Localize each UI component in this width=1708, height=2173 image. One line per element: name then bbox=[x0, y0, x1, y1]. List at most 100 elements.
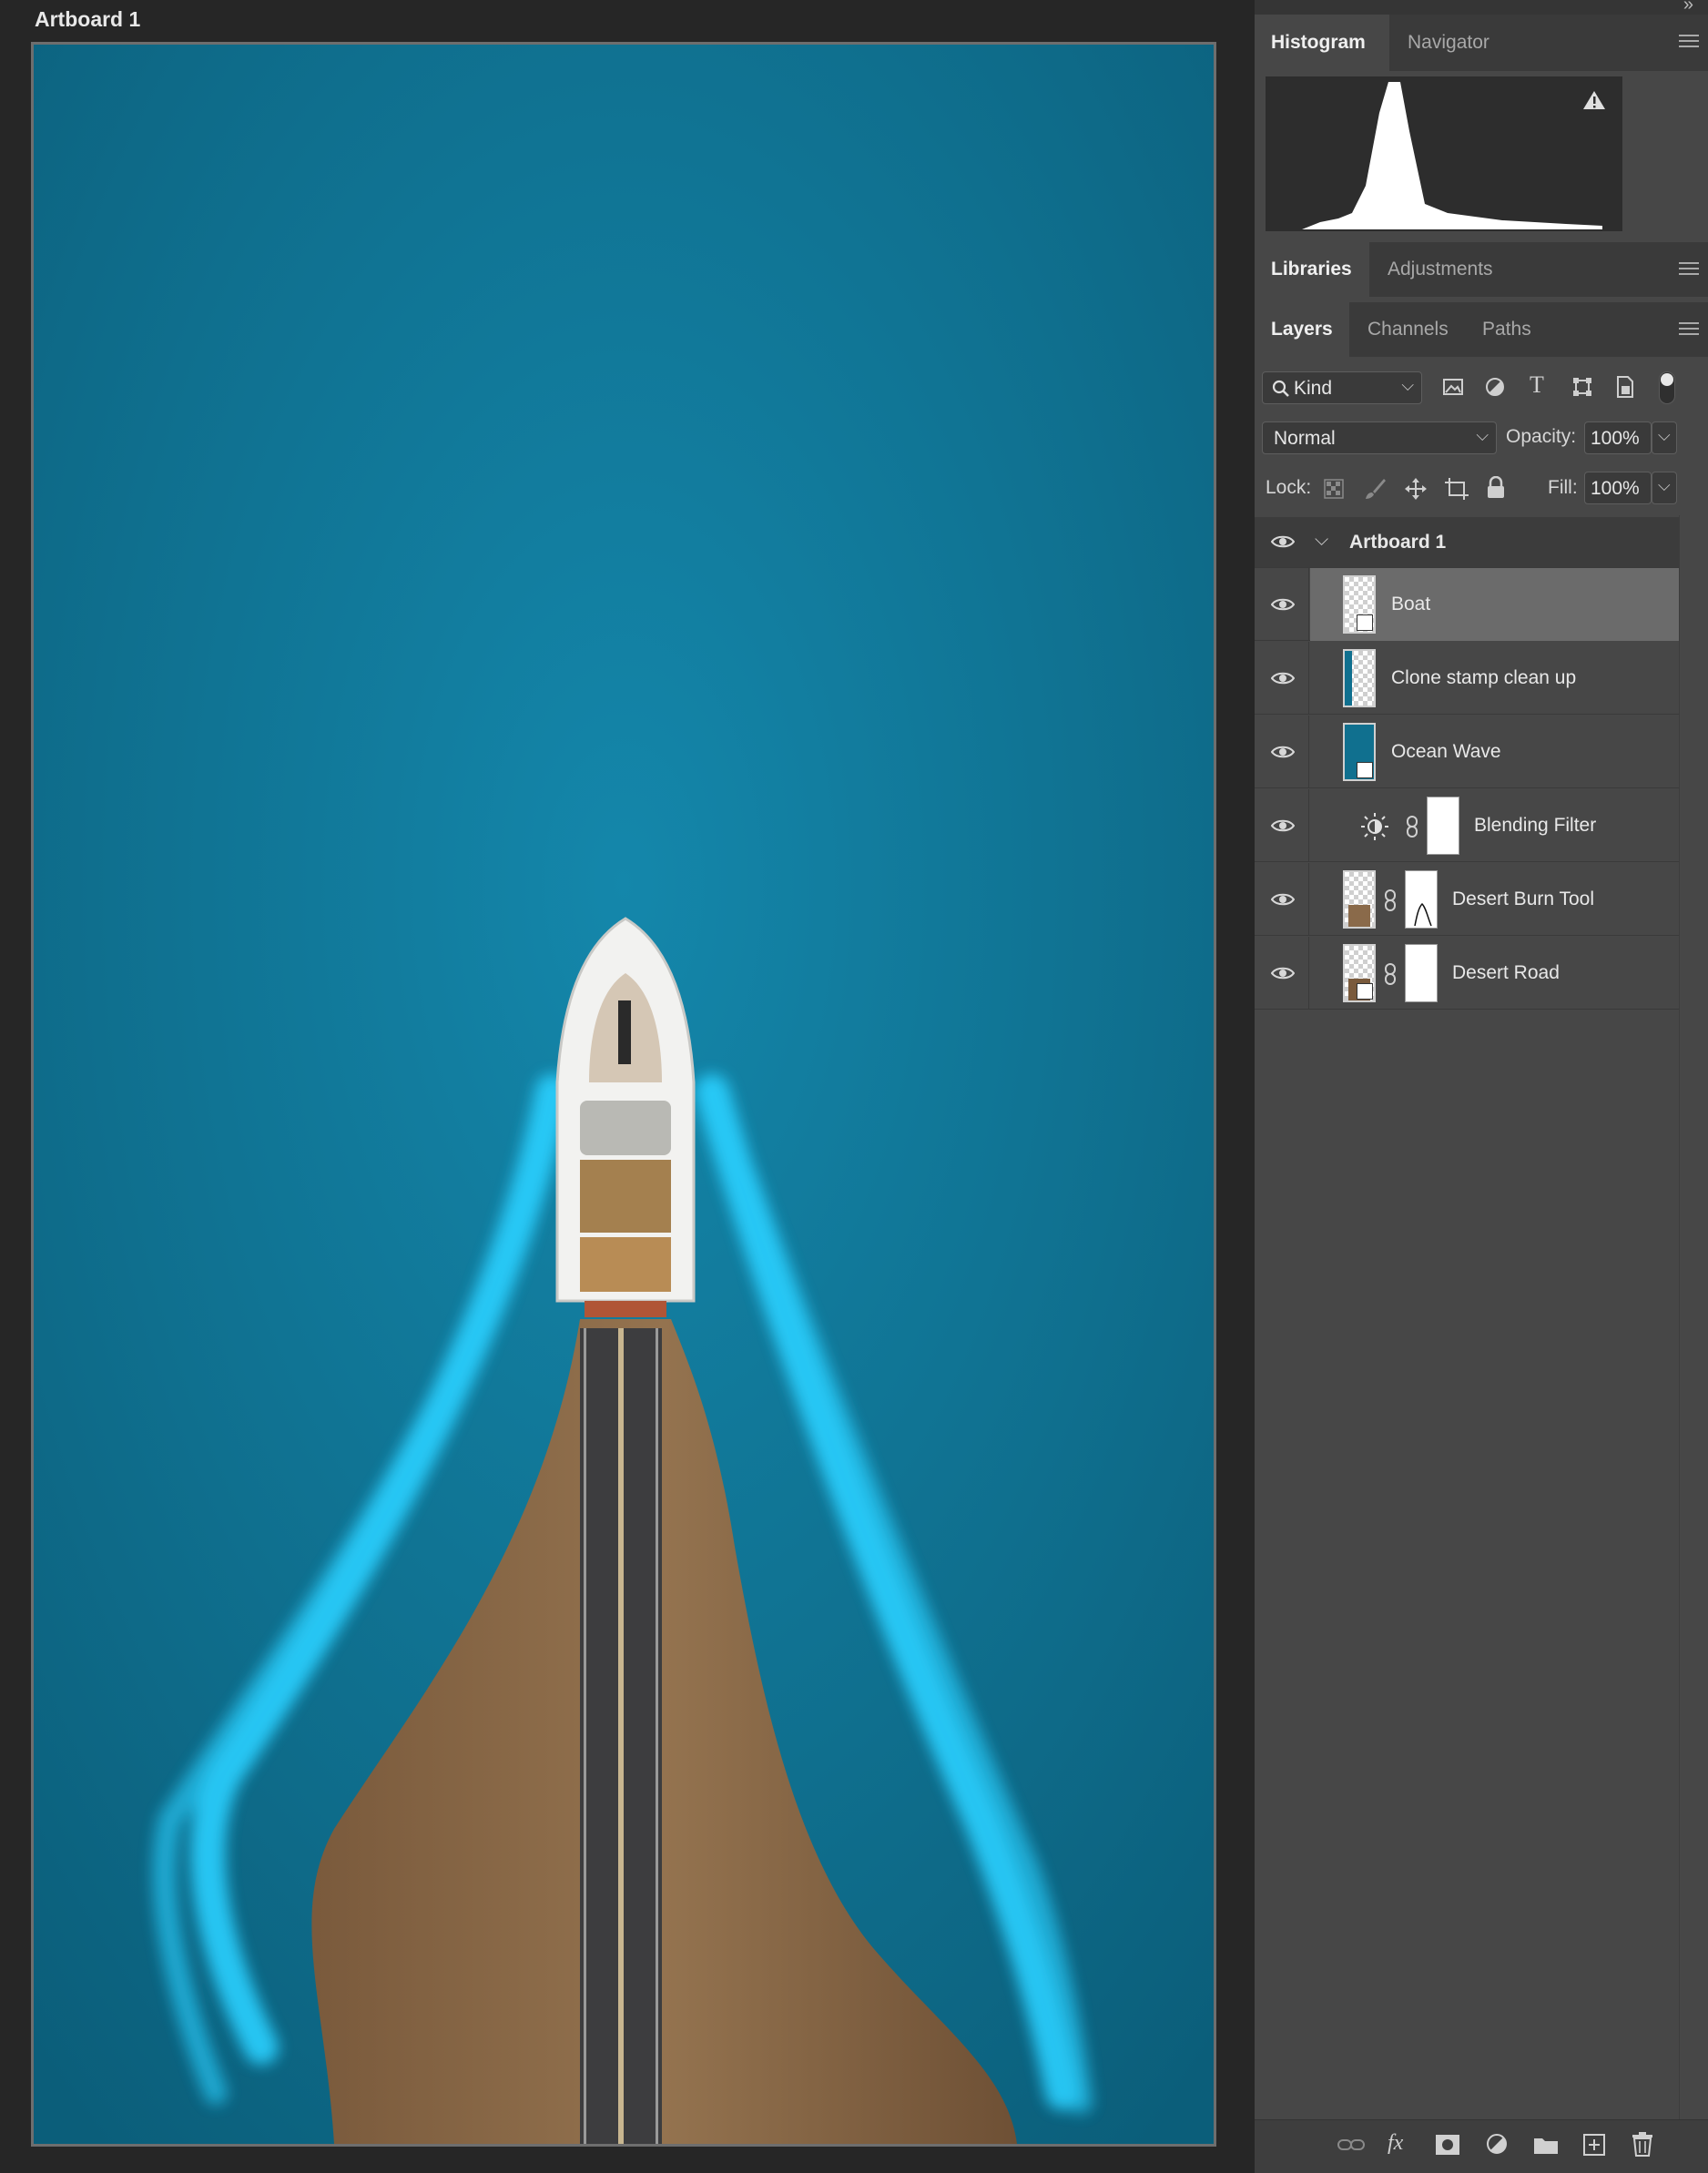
collapse-panels-icon[interactable]: » bbox=[1683, 0, 1693, 15]
blend-mode-select[interactable]: Normal ⌵ bbox=[1262, 421, 1497, 454]
lock-position-icon[interactable] bbox=[1404, 477, 1428, 501]
eye-icon bbox=[1271, 672, 1295, 685]
layer-name: Ocean Wave bbox=[1391, 741, 1501, 762]
layer-group-artboard[interactable]: ⌵ Artboard 1 bbox=[1255, 517, 1679, 568]
layers-bottom-toolbar: fx bbox=[1255, 2119, 1708, 2173]
layer-thumbnail bbox=[1343, 575, 1376, 634]
eye-icon bbox=[1271, 893, 1295, 906]
layer-name: Boat bbox=[1391, 594, 1431, 614]
group-name: Artboard 1 bbox=[1349, 532, 1447, 553]
smart-object-filter-icon[interactable] bbox=[1615, 375, 1635, 399]
fill-value: 100% bbox=[1591, 478, 1640, 499]
layer-thumbnail bbox=[1343, 944, 1376, 1002]
panel-dock-header: » bbox=[1255, 0, 1708, 15]
opacity-label: Opacity: bbox=[1506, 426, 1577, 447]
fill-label: Fill: bbox=[1548, 477, 1578, 498]
new-layer-icon[interactable] bbox=[1582, 2133, 1606, 2157]
tab-navigator[interactable]: Navigator bbox=[1391, 15, 1526, 71]
layer-body[interactable]: Blending Filter bbox=[1310, 789, 1679, 862]
layers-scrollbar[interactable] bbox=[1679, 515, 1708, 2125]
tab-libraries[interactable]: Libraries bbox=[1255, 242, 1369, 297]
add-mask-icon[interactable] bbox=[1435, 2134, 1460, 2156]
layer-body[interactable]: Desert Burn Tool bbox=[1310, 863, 1679, 936]
filter-kind-label: Kind bbox=[1294, 378, 1333, 399]
layer-thumbnail bbox=[1343, 649, 1376, 707]
visibility-toggle[interactable] bbox=[1255, 716, 1309, 788]
blend-mode-value: Normal bbox=[1274, 428, 1336, 449]
smart-object-badge-icon bbox=[1357, 614, 1373, 631]
image-filter-icon[interactable] bbox=[1442, 377, 1464, 397]
layer-mask-thumbnail[interactable] bbox=[1427, 797, 1459, 855]
visibility-toggle[interactable] bbox=[1255, 789, 1309, 862]
road-center-line bbox=[618, 1328, 624, 2144]
visibility-toggle[interactable] bbox=[1255, 642, 1309, 715]
new-adjustment-icon[interactable] bbox=[1486, 2133, 1511, 2157]
layer-row-desert-burn-tool[interactable]: Desert Burn Tool bbox=[1255, 863, 1679, 936]
fill-input[interactable]: 100% bbox=[1584, 472, 1652, 504]
visibility-toggle[interactable] bbox=[1255, 937, 1309, 1010]
link-layers-icon[interactable] bbox=[1337, 2135, 1366, 2155]
lock-all-icon[interactable] bbox=[1486, 476, 1506, 500]
histogram-graph bbox=[1266, 76, 1622, 231]
artboard-title[interactable]: Artboard 1 bbox=[35, 7, 140, 32]
tab-paths[interactable]: Paths bbox=[1466, 302, 1551, 357]
layers-tabbar: Layers Channels Paths bbox=[1255, 302, 1708, 357]
tab-histogram[interactable]: Histogram bbox=[1255, 15, 1389, 71]
layer-row-desert-road[interactable]: Desert Road bbox=[1255, 937, 1679, 1010]
eye-icon bbox=[1271, 819, 1295, 832]
layer-name: Blending Filter bbox=[1474, 815, 1597, 836]
chevron-down-icon[interactable]: ⌵ bbox=[1315, 530, 1328, 551]
layer-body[interactable]: Clone stamp clean up bbox=[1310, 642, 1679, 715]
layer-body[interactable]: Boat bbox=[1310, 568, 1679, 641]
visibility-toggle[interactable] bbox=[1255, 863, 1309, 936]
filter-toggle-switch[interactable] bbox=[1659, 371, 1675, 404]
tab-adjustments[interactable]: Adjustments bbox=[1371, 242, 1524, 297]
opacity-input[interactable]: 100% bbox=[1584, 421, 1652, 454]
lock-transparent-icon[interactable] bbox=[1324, 479, 1344, 499]
eye-icon bbox=[1271, 967, 1295, 980]
layer-name: Desert Burn Tool bbox=[1452, 888, 1595, 909]
delete-layer-icon[interactable] bbox=[1632, 2131, 1653, 2157]
shape-filter-icon[interactable] bbox=[1571, 376, 1593, 398]
mask-link-icon[interactable] bbox=[1405, 815, 1419, 838]
libraries-tabbar: Libraries Adjustments bbox=[1255, 242, 1708, 297]
eye-icon bbox=[1271, 746, 1295, 758]
brightness-adjustment-icon bbox=[1361, 813, 1388, 840]
histogram-tabbar: Histogram Navigator bbox=[1255, 15, 1708, 71]
visibility-toggle[interactable] bbox=[1255, 568, 1309, 641]
layers-empty-area[interactable] bbox=[1255, 1018, 1679, 2125]
tab-channels[interactable]: Channels bbox=[1351, 302, 1464, 357]
panel-menu-icon[interactable] bbox=[1679, 35, 1699, 49]
layer-mask-thumbnail[interactable] bbox=[1405, 944, 1438, 1002]
layer-name: Desert Road bbox=[1452, 962, 1560, 983]
artboard-image bbox=[34, 45, 1214, 2144]
lock-artboard-icon[interactable] bbox=[1444, 477, 1469, 501]
layer-row-clone-stamp[interactable]: Clone stamp clean up bbox=[1255, 642, 1679, 715]
eye-icon[interactable] bbox=[1271, 533, 1295, 550]
panel-menu-icon[interactable] bbox=[1679, 262, 1699, 277]
adjustment-filter-icon[interactable] bbox=[1484, 376, 1506, 398]
mask-link-icon[interactable] bbox=[1383, 888, 1398, 912]
histogram-warning-icon[interactable] bbox=[1582, 89, 1606, 111]
type-filter-icon[interactable]: T bbox=[1530, 371, 1544, 399]
layer-mask-thumbnail[interactable] bbox=[1405, 870, 1438, 929]
tab-layers[interactable]: Layers bbox=[1255, 302, 1349, 357]
layer-body[interactable]: Desert Road bbox=[1310, 937, 1679, 1010]
panel-menu-icon[interactable] bbox=[1679, 322, 1699, 337]
layer-row-ocean-wave[interactable]: Ocean Wave bbox=[1255, 716, 1679, 788]
fx-icon[interactable]: fx bbox=[1388, 2131, 1403, 2156]
lock-paint-icon[interactable] bbox=[1364, 477, 1388, 501]
layer-row-boat[interactable]: Boat bbox=[1255, 568, 1679, 641]
layer-body[interactable]: Ocean Wave bbox=[1310, 716, 1679, 788]
smart-object-badge-icon bbox=[1357, 762, 1373, 778]
new-group-icon[interactable] bbox=[1533, 2135, 1559, 2155]
mask-link-icon[interactable] bbox=[1383, 962, 1398, 986]
search-icon bbox=[1272, 380, 1289, 397]
layer-filter-kind-select[interactable]: Kind ⌵ bbox=[1262, 371, 1422, 404]
fill-dropdown-button[interactable]: ⌵ bbox=[1652, 472, 1677, 504]
layer-row-blending-filter[interactable]: Blending Filter bbox=[1255, 789, 1679, 862]
histogram-chart bbox=[1302, 82, 1602, 229]
opacity-dropdown-button[interactable]: ⌵ bbox=[1652, 421, 1677, 454]
opacity-value: 100% bbox=[1591, 428, 1640, 449]
artboard-canvas[interactable] bbox=[31, 42, 1216, 2147]
